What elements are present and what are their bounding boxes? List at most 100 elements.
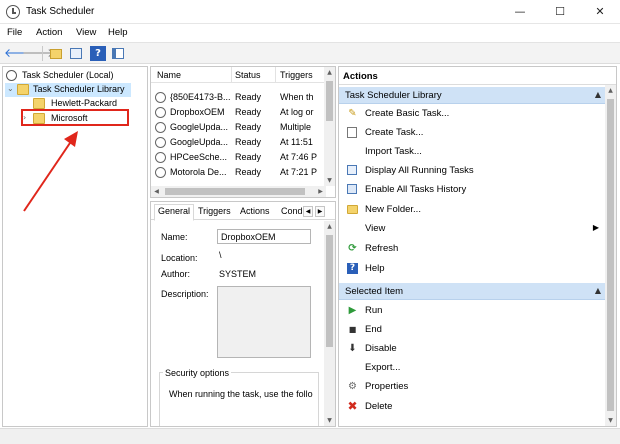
security-options-group (159, 372, 319, 426)
properties-toolbar-button[interactable] (68, 46, 84, 61)
action-create-task[interactable]: Create Task... (339, 123, 607, 142)
task-list-hscrollbar[interactable]: ◀ ▶ (151, 186, 326, 197)
column-name[interactable]: Name (157, 70, 181, 80)
menu-action[interactable]: Action (36, 27, 62, 38)
scroll-up-icon[interactable]: ▲ (324, 67, 335, 78)
help-button[interactable]: ? (90, 46, 106, 61)
forward-button[interactable]: 🡒 (22, 46, 54, 61)
scroll-down-icon[interactable]: ▼ (324, 175, 335, 186)
show-hide-pane-button[interactable] (110, 46, 126, 61)
action-import-task[interactable]: Import Task... (339, 142, 607, 161)
scroll-up-icon[interactable]: ▲ (605, 85, 616, 96)
action-label: Enable All Tasks History (365, 184, 467, 195)
tab-general[interactable]: General (154, 204, 195, 221)
table-row[interactable]: GoogleUpda... Ready Multiple (151, 121, 319, 135)
action-properties[interactable]: ⚙ Properties (339, 377, 607, 396)
action-disable[interactable]: ⬇ Disable (339, 339, 607, 358)
action-new-folder[interactable]: New Folder... (339, 200, 607, 219)
action-display-running-tasks[interactable]: Display All Running Tasks (339, 161, 607, 180)
tree-item-root[interactable]: Task Scheduler (Local) (3, 69, 147, 83)
scroll-thumb[interactable] (326, 235, 333, 347)
table-row[interactable]: {850E4173-B... Ready When th (151, 91, 319, 105)
scroll-right-icon[interactable]: ▶ (315, 186, 326, 197)
action-refresh[interactable]: ⟳ Refresh (339, 239, 607, 258)
folder-up-icon (50, 49, 62, 59)
section-task-scheduler-library[interactable]: Task Scheduler Library ▲ (339, 87, 607, 104)
collapse-icon[interactable]: ▲ (595, 286, 601, 295)
security-options-text: When running the task, use the follo (169, 389, 313, 399)
folder-up-button[interactable] (48, 46, 64, 61)
action-label: New Folder... (365, 204, 421, 215)
hscroll-thumb[interactable] (165, 188, 305, 195)
tree-item-library[interactable]: ⌄ Task Scheduler Library (5, 83, 131, 97)
maximize-button[interactable]: ☐ (540, 0, 580, 24)
scroll-up-icon[interactable]: ▲ (324, 221, 335, 232)
tab-conditions[interactable]: Cond (278, 205, 306, 220)
menu-file[interactable]: File (7, 27, 22, 38)
actions-scrollbar[interactable]: ▲ ▼ (605, 85, 616, 426)
action-view[interactable]: View ▶ (339, 219, 607, 238)
submenu-arrow-icon: ▶ (592, 223, 599, 232)
end-icon: ■ (348, 325, 357, 334)
action-export[interactable]: Export... (339, 358, 607, 377)
back-button[interactable]: 🡐 (4, 46, 36, 61)
tab-scroll-right-icon[interactable]: ▶ (315, 206, 325, 217)
menu-view[interactable]: View (76, 27, 96, 38)
table-row[interactable]: GoogleUpda... Ready At 11:51 (151, 136, 319, 150)
pane-icon (112, 48, 124, 59)
task-icon (155, 122, 166, 133)
menu-help[interactable]: Help (108, 27, 128, 38)
detail-scrollbar[interactable]: ▲ ▼ (324, 221, 335, 426)
folder-icon (17, 84, 29, 95)
action-help[interactable]: ? Help (339, 259, 607, 278)
clock-icon (6, 70, 17, 81)
column-triggers[interactable]: Triggers (280, 70, 313, 80)
delete-icon: ✖ (347, 399, 358, 413)
tab-scroll-left-icon[interactable]: ◀ (303, 206, 313, 217)
action-run[interactable]: ▶ Run (339, 301, 607, 320)
row-status: Ready (235, 92, 262, 102)
table-row[interactable]: Motorola De... Ready At 7:21 P (151, 166, 319, 180)
folder-icon (33, 98, 45, 109)
tab-triggers[interactable]: Triggers (195, 205, 234, 220)
table-row[interactable]: DropboxOEM Ready At log or (151, 106, 319, 120)
refresh-icon: ⟳ (348, 243, 357, 254)
task-list-header: Name Status Triggers (151, 67, 335, 83)
action-create-basic-task[interactable]: ✎ Create Basic Task... (339, 104, 607, 123)
action-label: Disable (365, 343, 397, 354)
row-name: Motorola De... (170, 167, 227, 177)
tab-actions[interactable]: Actions (237, 205, 273, 220)
scroll-thumb[interactable] (607, 99, 614, 411)
name-field[interactable]: DropboxOEM (217, 229, 311, 244)
row-name: GoogleUpda... (170, 122, 229, 132)
action-label: Export... (365, 362, 401, 373)
action-label: Refresh (365, 243, 399, 254)
tree-item-hewlett-packard-label: Hewlett-Packard (51, 98, 118, 108)
table-row[interactable]: HPCeeSche... Ready At 7:46 P (151, 151, 319, 165)
menu-bar: File Action View Help (0, 24, 620, 42)
action-label: Properties (365, 381, 409, 392)
scroll-down-icon[interactable]: ▼ (605, 415, 616, 426)
minimize-button[interactable]: — (500, 0, 540, 24)
scroll-thumb[interactable] (326, 81, 333, 121)
scroll-down-icon[interactable]: ▼ (324, 415, 335, 426)
chevron-down-icon: ⌄ (7, 84, 14, 93)
row-triggers: At log or (280, 107, 314, 117)
column-status[interactable]: Status (235, 70, 261, 80)
description-field[interactable] (217, 286, 311, 358)
disable-icon: ⬇ (348, 343, 357, 354)
task-list-scrollbar[interactable]: ▲ ▼ (324, 67, 335, 186)
action-enable-tasks-history[interactable]: Enable All Tasks History (339, 180, 607, 199)
scroll-left-icon[interactable]: ◀ (151, 186, 162, 197)
collapse-icon[interactable]: ▲ (595, 90, 601, 99)
row-status: Ready (235, 167, 262, 177)
close-button[interactable]: ✕ (580, 0, 620, 24)
action-delete[interactable]: ✖ Delete (339, 397, 607, 416)
description-label: Description: (161, 289, 209, 299)
location-label: Location: (161, 253, 198, 263)
action-end[interactable]: ■ End (339, 320, 607, 339)
section-selected-item[interactable]: Selected Item ▲ (339, 283, 607, 300)
action-label: Import Task... (365, 146, 422, 157)
row-triggers: At 11:51 (280, 137, 313, 147)
history-icon (347, 184, 357, 194)
